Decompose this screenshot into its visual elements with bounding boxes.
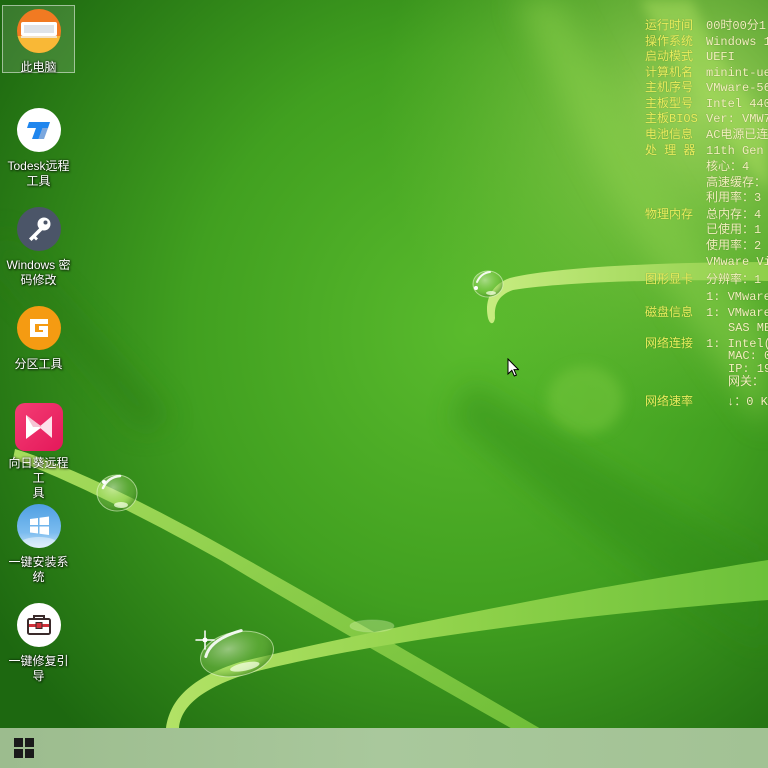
board-model-value: Intel 440 bbox=[706, 97, 768, 111]
desktop-icon-sunlogin[interactable]: 向日葵远程工 具 bbox=[2, 401, 75, 502]
desktop-icon-label[interactable]: 一键修复引导 bbox=[3, 654, 74, 684]
network-gateway: 网关： bbox=[728, 375, 765, 389]
disk-label: 磁盘信息 bbox=[645, 306, 694, 320]
disk-drive: 1: VMware bbox=[706, 306, 768, 320]
battery-label: 电池信息 bbox=[645, 128, 694, 142]
desktop-icon-todesk[interactable]: Todesk远程 工具 bbox=[2, 104, 75, 190]
desktop-icon-label[interactable]: Windows 密 码修改 bbox=[3, 258, 74, 288]
graphics-label: 图形显卡 bbox=[645, 273, 694, 287]
desktop[interactable]: 运行时间 00时00分1 操作系统 Windows 1 启动模式 UEFI 计算… bbox=[0, 0, 768, 768]
desktop-icon-label[interactable]: 此电脑 bbox=[3, 60, 74, 75]
graphics-resolution: 分辨率：1 bbox=[706, 273, 762, 287]
memory-used: 已使用：1 bbox=[706, 223, 762, 237]
uptime-value: 00时00分1 bbox=[706, 19, 767, 33]
memory-total: 总内存：4 bbox=[706, 208, 762, 222]
host-serial-label: 主机序号 bbox=[645, 81, 694, 95]
desktop-icon-label[interactable]: Todesk远程 工具 bbox=[3, 159, 74, 189]
desktop-icon-partition-tool[interactable]: 分区工具 bbox=[2, 302, 75, 373]
battery-value: AC电源已连 bbox=[706, 128, 768, 142]
windows-logo-icon[interactable] bbox=[14, 738, 34, 758]
memory-module: VMware Vi bbox=[706, 255, 768, 269]
desktop-icon-label[interactable]: 分区工具 bbox=[3, 357, 74, 372]
partition-tool-icon[interactable] bbox=[15, 304, 63, 352]
desktop-icon-repair-boot[interactable]: 一键修复引导 bbox=[2, 599, 75, 685]
cpu-model: 11th Gen bbox=[706, 144, 764, 158]
todesk-icon[interactable] bbox=[15, 106, 63, 154]
board-bios-value: Ver: VMW7 bbox=[706, 112, 768, 126]
graphics-adapter: 1: VMware bbox=[706, 290, 768, 304]
boot-mode-label: 启动模式 bbox=[645, 50, 694, 64]
water-droplet bbox=[96, 474, 138, 512]
computer-name-value: minint-ue bbox=[706, 66, 768, 80]
start-button[interactable] bbox=[0, 728, 48, 768]
cpu-cores: 核心：4 bbox=[706, 160, 750, 174]
system-info-panel: 运行时间 00时00分1 操作系统 Windows 1 启动模式 UEFI 计算… bbox=[645, 0, 768, 420]
uptime-label: 运行时间 bbox=[645, 19, 694, 33]
desktop-icon-label[interactable]: 一键安装系统 bbox=[3, 555, 74, 585]
this-pc-icon[interactable] bbox=[15, 7, 63, 55]
board-bios-label: 主板BIOS bbox=[645, 112, 698, 126]
boot-mode-value: UEFI bbox=[706, 50, 735, 64]
network-ip: IP: 19 bbox=[728, 362, 768, 376]
board-model-label: 主板型号 bbox=[645, 97, 694, 111]
mouse-pointer-icon bbox=[507, 358, 519, 377]
computer-name-label: 计算机名 bbox=[645, 66, 694, 80]
host-serial-value: VMware-56 bbox=[706, 81, 768, 95]
water-droplet bbox=[472, 270, 504, 298]
desktop-icon-label[interactable]: 向日葵远程工 具 bbox=[3, 456, 74, 501]
memory-label: 物理内存 bbox=[645, 208, 694, 222]
sunlogin-icon[interactable] bbox=[14, 403, 63, 451]
cpu-cache: 高速缓存： bbox=[706, 176, 767, 190]
network-mac: MAC: 0 bbox=[728, 349, 768, 363]
network-label: 网络连接 bbox=[645, 337, 694, 351]
toolbox-icon[interactable] bbox=[15, 601, 63, 649]
windows-install-icon[interactable] bbox=[15, 502, 63, 550]
key-icon[interactable] bbox=[15, 205, 63, 253]
net-speed-label: 网络速率 bbox=[645, 395, 694, 409]
cpu-usage: 利用率：3 bbox=[706, 191, 762, 205]
os-label: 操作系统 bbox=[645, 35, 694, 49]
cpu-label: 处 理 器 bbox=[645, 144, 696, 158]
os-value: Windows 1 bbox=[706, 35, 768, 49]
desktop-icon-install-system[interactable]: 一键安装系统 bbox=[2, 500, 75, 586]
disk-bus: SAS ME bbox=[728, 321, 768, 335]
water-droplet bbox=[349, 619, 395, 633]
desktop-icon-password-change[interactable]: Windows 密 码修改 bbox=[2, 203, 75, 289]
net-speed-value: ↓：0 K bbox=[727, 395, 768, 409]
memory-usage: 使用率：2 bbox=[706, 239, 762, 253]
desktop-icon-this-pc[interactable]: 此电脑 bbox=[2, 5, 75, 75]
taskbar bbox=[0, 728, 768, 768]
bokeh-light bbox=[547, 366, 623, 434]
